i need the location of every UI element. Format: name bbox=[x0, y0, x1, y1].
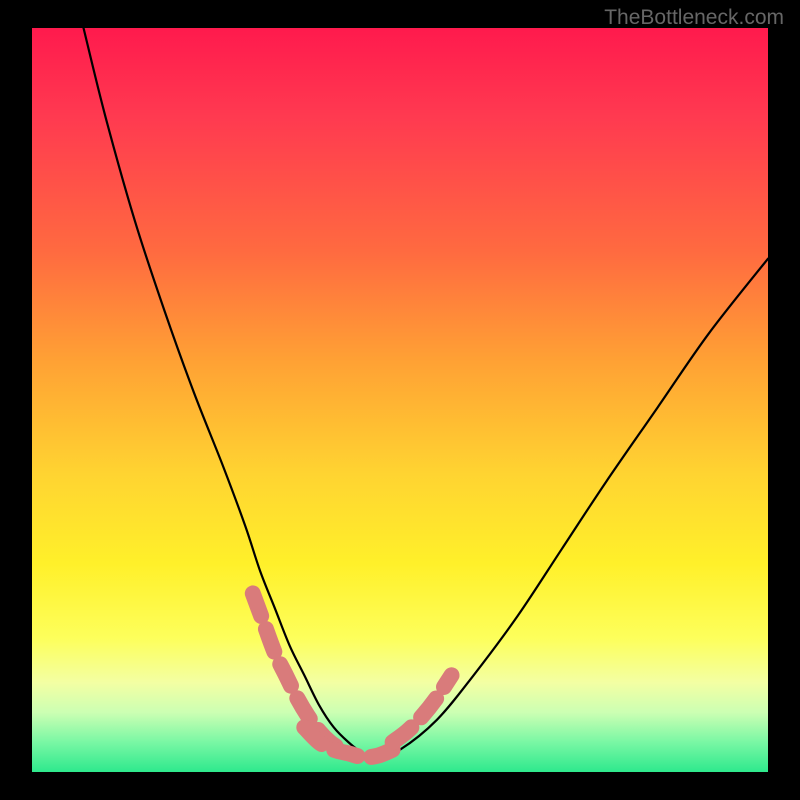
chart-plot-area bbox=[32, 28, 768, 772]
outer-frame: TheBottleneck.com bbox=[0, 0, 800, 800]
chart-svg bbox=[32, 28, 768, 772]
bottleneck-curve bbox=[84, 28, 768, 757]
watermark-text: TheBottleneck.com bbox=[604, 6, 784, 30]
